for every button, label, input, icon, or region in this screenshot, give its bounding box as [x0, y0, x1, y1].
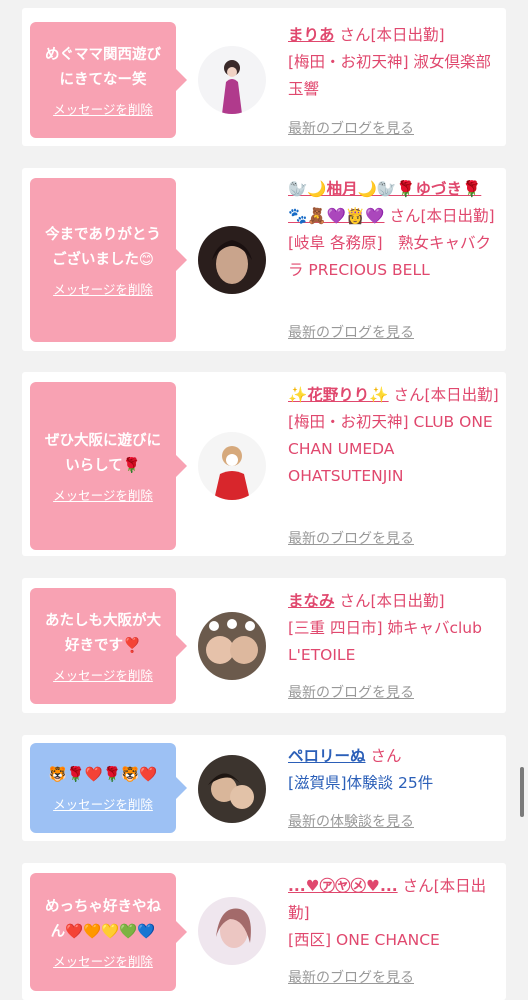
- status-text: さん[本日出勤]: [393, 386, 499, 404]
- favorite-card: めっちゃ好きやねん❤️🧡💛💚💙 メッセージを削除 ...♥㋐㋳㋱♥... さん[…: [22, 863, 506, 1000]
- review-info: [滋賀県]体験談 25件: [288, 774, 434, 792]
- message-bubble: 今までありがとうございました😊 メッセージを削除: [30, 178, 187, 342]
- delete-message-link[interactable]: メッセージを削除: [53, 794, 153, 813]
- shop-info: [梅田・お初天神] 淑女倶楽部 玉響: [288, 53, 492, 98]
- delete-message-link[interactable]: メッセージを削除: [53, 951, 153, 970]
- message-bubble: ぜひ大阪に遊びにいらして🌹 メッセージを削除: [30, 382, 187, 550]
- member-name-link[interactable]: ✨花野りり✨: [288, 386, 389, 404]
- message-text: めぐママ関西遊びにきてなー笑: [45, 46, 161, 88]
- scrollbar[interactable]: [520, 767, 524, 817]
- status-text: さん: [370, 747, 402, 765]
- avatar[interactable]: [198, 897, 266, 965]
- delete-message-link[interactable]: メッセージを削除: [53, 665, 153, 684]
- member-name-link[interactable]: まなみ: [288, 592, 335, 610]
- delete-message-link[interactable]: メッセージを削除: [53, 485, 153, 504]
- message-bubble: めっちゃ好きやねん❤️🧡💛💚💙 メッセージを削除: [30, 873, 187, 991]
- favorite-card: ぜひ大阪に遊びにいらして🌹 メッセージを削除 ✨花野りり✨ さん[本日出勤] […: [22, 372, 506, 556]
- latest-blog-link[interactable]: 最新のブログを見る: [288, 528, 414, 548]
- avatar[interactable]: [198, 226, 266, 294]
- message-bubble: 🐯🌹❤️🌹🐯❤️ メッセージを削除: [30, 743, 187, 833]
- message-bubble: めぐママ関西遊びにきてなー笑 メッセージを削除: [30, 22, 187, 138]
- message-text: 今までありがとうございました😊: [45, 226, 161, 268]
- status-text: さん[本日出勤]: [339, 26, 445, 44]
- member-name-link[interactable]: まりあ: [288, 26, 335, 44]
- shop-info: [西区] ONE CHANCE: [288, 931, 440, 949]
- favorite-card: 🐯🌹❤️🌹🐯❤️ メッセージを削除 ペロリーぬ さん [滋賀県]体験談 25件 …: [22, 735, 506, 841]
- latest-blog-link[interactable]: 最新のブログを見る: [288, 967, 414, 987]
- member-name-link[interactable]: ...♥㋐㋳㋱♥...: [288, 877, 398, 895]
- member-name-link[interactable]: ペロリーぬ: [288, 747, 366, 765]
- message-text: あたしも大阪が大好きです❣️: [45, 612, 161, 654]
- message-bubble: あたしも大阪が大好きです❣️ メッセージを削除: [30, 588, 187, 704]
- status-text: さん[本日出勤]: [339, 592, 445, 610]
- latest-blog-link[interactable]: 最新のブログを見る: [288, 682, 414, 702]
- shop-info: [岐阜 各務原] 熟女キャバクラ PRECIOUS BELL: [288, 234, 492, 279]
- favorite-card: 今までありがとうございました😊 メッセージを削除 🦭🌙柚月🌙🦭🌹ゆづき🌹🐾🧸💜👸…: [22, 168, 506, 351]
- latest-blog-link[interactable]: 最新のブログを見る: [288, 118, 414, 138]
- message-text: めっちゃ好きやねん❤️🧡💛💚💙: [45, 898, 161, 940]
- avatar[interactable]: [198, 755, 266, 823]
- favorite-card: あたしも大阪が大好きです❣️ メッセージを削除 まなみ さん[本日出勤] [三重…: [22, 578, 506, 713]
- shop-info: [梅田・お初天神] CLUB ONE CHAN UMEDA OHATSUTENJ…: [288, 413, 493, 485]
- favorite-card: めぐママ関西遊びにきてなー笑 メッセージを削除 まりあ さん[本日出勤] [梅田…: [22, 8, 506, 146]
- delete-message-link[interactable]: メッセージを削除: [53, 99, 153, 118]
- latest-blog-link[interactable]: 最新のブログを見る: [288, 322, 414, 342]
- avatar[interactable]: [198, 46, 266, 114]
- delete-message-link[interactable]: メッセージを削除: [53, 279, 153, 298]
- shop-info: [三重 四日市] 姉キャバclub L'ETOILE: [288, 619, 482, 664]
- message-text: 🐯🌹❤️🌹🐯❤️: [48, 767, 158, 783]
- status-text: さん[本日出勤]: [389, 207, 495, 225]
- message-text: ぜひ大阪に遊びにいらして🌹: [45, 432, 161, 474]
- latest-review-link[interactable]: 最新の体験談を見る: [288, 811, 414, 831]
- avatar[interactable]: [198, 612, 266, 680]
- avatar[interactable]: [198, 432, 266, 500]
